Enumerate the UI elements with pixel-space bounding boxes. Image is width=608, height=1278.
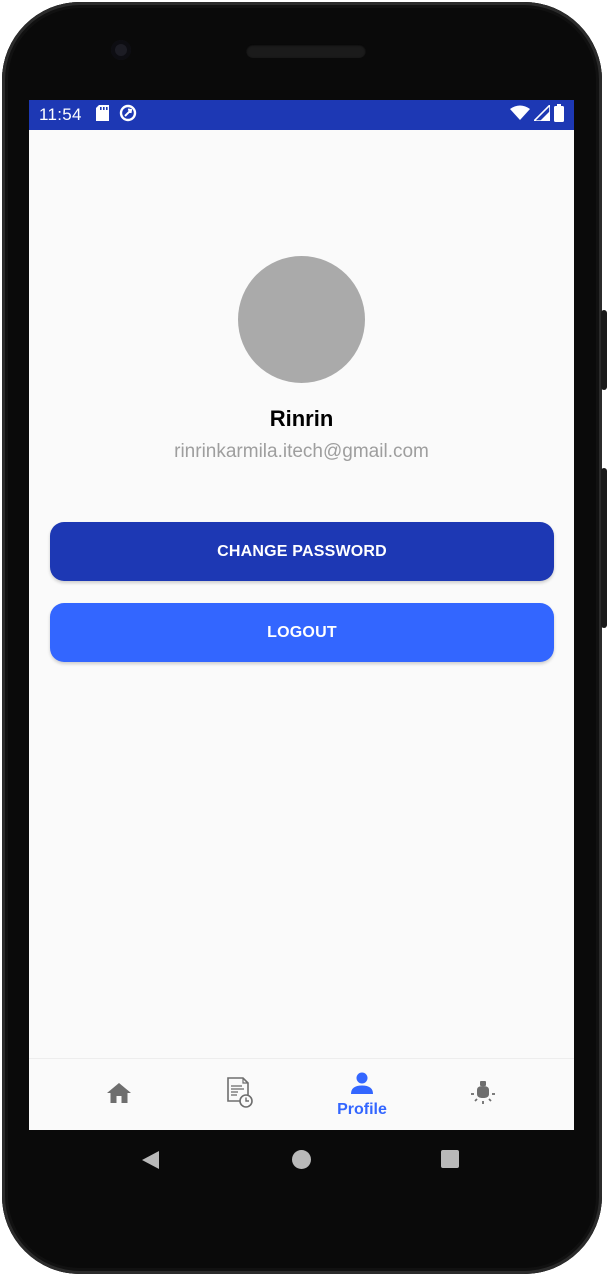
- lightbulb-icon: [469, 1079, 497, 1112]
- nav-item-history[interactable]: [200, 1059, 280, 1130]
- sd-card-icon: [95, 104, 109, 126]
- back-icon[interactable]: [141, 1150, 161, 1175]
- logout-button[interactable]: LOGOUT: [50, 603, 554, 662]
- person-icon: [350, 1072, 374, 1099]
- status-right-icons: [510, 102, 564, 127]
- status-bar: 11:54: [29, 100, 574, 130]
- profile-name: Rinrin: [269, 406, 334, 431]
- status-left-icons: [95, 104, 137, 127]
- avatar: [238, 256, 365, 383]
- home-icon: [106, 1081, 132, 1110]
- cell-signal-icon: [532, 102, 551, 126]
- bottom-navigation: Profile: [29, 1058, 574, 1130]
- nav-item-tips[interactable]: [443, 1059, 523, 1130]
- change-password-button[interactable]: CHANGE PASSWORD: [50, 522, 554, 581]
- data-saver-icon: [119, 104, 137, 127]
- earpiece-speaker: [246, 44, 366, 58]
- nav-item-profile[interactable]: Profile: [322, 1059, 402, 1130]
- nav-item-home[interactable]: [79, 1059, 159, 1130]
- app-screen: 11:54 Rinrin rinrinkarmila.itech@gmail.c…: [29, 100, 574, 1130]
- status-time: 11:54: [39, 105, 82, 124]
- wifi-icon: [510, 105, 530, 126]
- profile-email: rinrinkarmila.itech@gmail.com: [174, 441, 429, 462]
- system-navigation-bar: [29, 1130, 574, 1190]
- battery-icon: [554, 103, 564, 127]
- power-button: [601, 310, 607, 390]
- volume-button: [601, 468, 607, 628]
- front-camera: [111, 40, 131, 60]
- nav-label-profile: Profile: [337, 1100, 387, 1118]
- home-circle-icon[interactable]: [292, 1150, 311, 1169]
- history-document-icon: [226, 1076, 254, 1114]
- recent-apps-icon[interactable]: [441, 1150, 459, 1168]
